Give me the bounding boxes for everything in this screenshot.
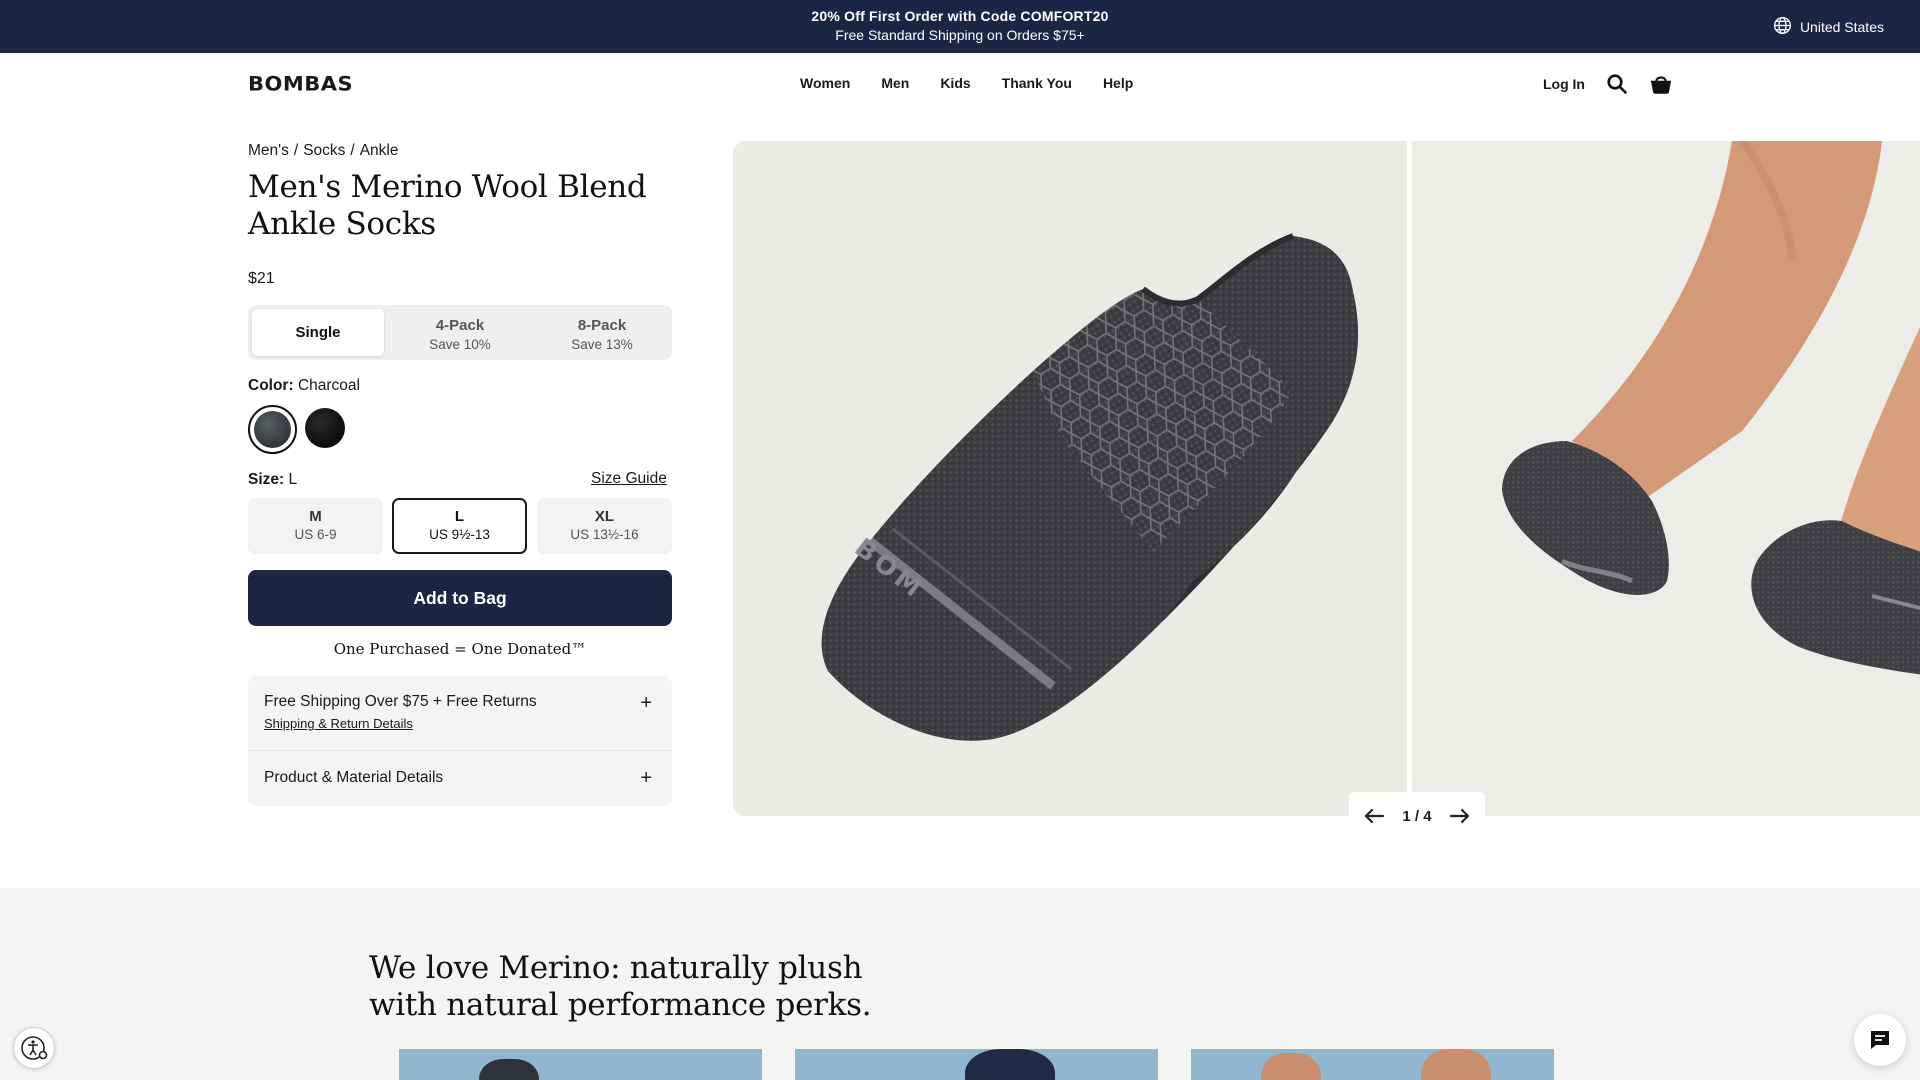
pack-option-name: 8-Pack xyxy=(577,317,627,334)
accessibility-icon[interactable] xyxy=(13,1027,55,1069)
merino-section: We love Merino: naturally plush with nat… xyxy=(0,888,1920,1080)
size-option-name: M xyxy=(309,508,322,525)
shipping-details-link[interactable]: Shipping & Return Details xyxy=(264,716,413,731)
gallery-pager: 1 / 4 xyxy=(1349,792,1485,840)
size-option-range: US 13½-16 xyxy=(570,527,639,542)
login-link[interactable]: Log In xyxy=(1543,76,1585,92)
feature-image-2 xyxy=(795,1049,1158,1080)
arrow-right-icon[interactable] xyxy=(1448,804,1472,828)
swatch-black[interactable] xyxy=(302,405,351,454)
breadcrumb-mens[interactable]: Men's xyxy=(248,142,289,160)
feature-image-3 xyxy=(1191,1049,1554,1080)
breadcrumb-socks[interactable]: Socks xyxy=(303,142,345,160)
breadcrumb-separator: / xyxy=(293,142,299,159)
header-actions: Log In xyxy=(1543,72,1673,96)
product-price: $21 xyxy=(248,270,275,287)
size-label-key: Size: xyxy=(248,471,285,488)
pack-option-savings: Save 13% xyxy=(571,337,633,352)
bag-icon[interactable] xyxy=(1649,72,1673,96)
chat-icon[interactable] xyxy=(1854,1014,1906,1066)
arrow-left-icon[interactable] xyxy=(1362,804,1386,828)
accordion-title: Product & Material Details xyxy=(264,769,444,786)
site-header: BOMBAS Women Men Kids Thank You Help Log… xyxy=(0,53,1920,115)
plus-icon: + xyxy=(640,692,652,714)
gallery-counter: 1 / 4 xyxy=(1402,807,1432,825)
breadcrumb: Men's / Socks / Ankle xyxy=(248,142,399,160)
nav-kids[interactable]: Kids xyxy=(940,75,970,91)
plus-icon: + xyxy=(640,767,652,789)
globe-icon xyxy=(1773,16,1792,38)
product-image-lifestyle xyxy=(1412,141,1920,816)
size-option-m[interactable]: M US 6-9 xyxy=(248,498,383,554)
region-label: United States xyxy=(1799,19,1884,35)
size-label: Size: L xyxy=(248,471,297,489)
color-label-key: Color: xyxy=(248,377,294,394)
size-guide-link[interactable]: Size Guide xyxy=(591,470,667,488)
accordion-product-details[interactable]: Product & Material Details + xyxy=(248,751,672,806)
size-option-name: L xyxy=(454,508,465,525)
size-option-range: US 9½-13 xyxy=(429,527,490,542)
size-option-xl[interactable]: XL US 13½-16 xyxy=(537,498,672,554)
promo-subline: Free Standard Shipping on Orders $75+ xyxy=(835,27,1085,43)
product-image-sock: BOM xyxy=(733,141,1407,816)
pack-option-savings: Save 10% xyxy=(429,337,491,352)
nav-help[interactable]: Help xyxy=(1103,75,1133,91)
add-to-bag-button[interactable]: Add to Bag xyxy=(248,570,672,626)
accordion-shipping[interactable]: Free Shipping Over $75 + Free Returns Sh… xyxy=(248,676,672,751)
logo[interactable]: BOMBAS xyxy=(248,73,353,96)
color-label-value: Charcoal xyxy=(297,377,360,394)
search-icon[interactable] xyxy=(1605,72,1629,96)
size-option-l[interactable]: L US 9½-13 xyxy=(392,498,527,554)
main-nav: Women Men Kids Thank You Help xyxy=(800,75,1133,91)
nav-thank-you[interactable]: Thank You xyxy=(1002,75,1072,91)
color-label: Color: Charcoal xyxy=(248,377,360,395)
breadcrumb-ankle[interactable]: Ankle xyxy=(360,142,399,160)
donation-tagline: One Purchased = One Donated™ xyxy=(333,640,587,658)
swatch-charcoal[interactable] xyxy=(248,405,297,454)
size-option-name: XL xyxy=(594,508,615,525)
product-title: Men's Merino Wool Blend Ankle Socks xyxy=(248,169,647,242)
accordion-title: Free Shipping Over $75 + Free Returns xyxy=(264,693,537,710)
section-heading: We love Merino: naturally plush with nat… xyxy=(369,950,872,1023)
promo-headline: 20% Off First Order with Code COMFORT20 xyxy=(811,8,1109,24)
pack-option-single[interactable]: Single xyxy=(252,309,384,356)
pack-selector: Single 4-Pack Save 10% 8-Pack Save 13% xyxy=(248,305,672,360)
pack-option-8-pack[interactable]: 8-Pack Save 13% xyxy=(536,309,668,356)
pack-option-4-pack[interactable]: 4-Pack Save 10% xyxy=(394,309,526,356)
announcement-bar: 20% Off First Order with Code COMFORT20 … xyxy=(0,0,1920,53)
pack-option-name: Single xyxy=(295,324,341,341)
breadcrumb-separator: / xyxy=(350,142,355,159)
product-gallery[interactable]: BOM xyxy=(733,141,1920,816)
info-accordion: Free Shipping Over $75 + Free Returns Sh… xyxy=(248,676,672,806)
region-selector[interactable]: United States xyxy=(1773,16,1884,38)
nav-women[interactable]: Women xyxy=(800,75,850,91)
size-label-value: L xyxy=(288,471,298,488)
size-option-range: US 6-9 xyxy=(294,527,337,542)
feature-image-1 xyxy=(399,1049,762,1080)
nav-men[interactable]: Men xyxy=(881,75,909,91)
pack-option-name: 4-Pack xyxy=(435,317,485,334)
